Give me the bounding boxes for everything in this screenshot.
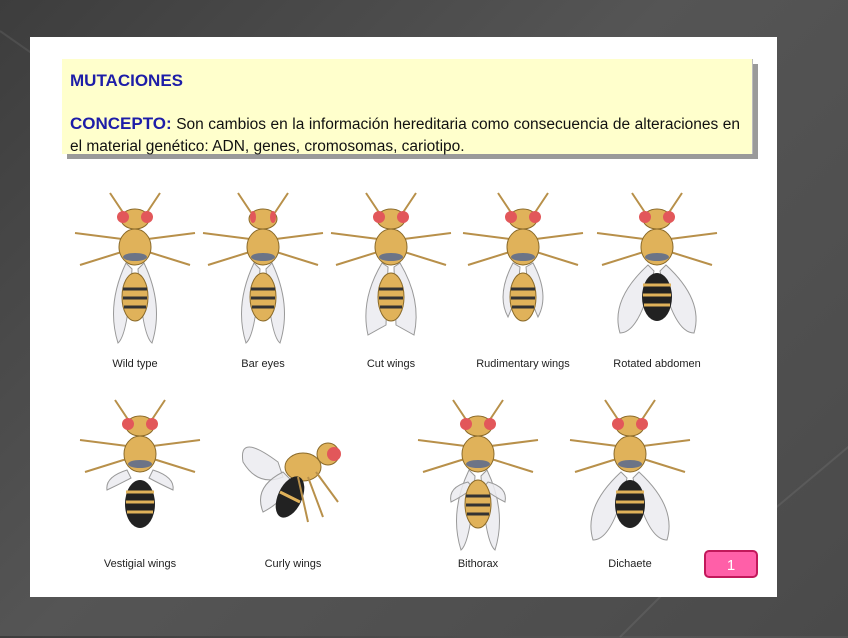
fly-label: Bar eyes bbox=[241, 358, 285, 370]
fly-label: Cut wings bbox=[366, 358, 416, 370]
fly-label: Bithorax bbox=[457, 558, 499, 570]
fly-illustration-rotated bbox=[592, 185, 722, 350]
fly-illustration-wild bbox=[70, 185, 200, 350]
fly-label: Wild type bbox=[112, 358, 158, 370]
fly-illustration-vestigial bbox=[75, 392, 205, 557]
slide-title: MUTACIONES bbox=[70, 71, 184, 90]
fly-illustration-bithorax bbox=[413, 392, 543, 557]
concept-text: CONCEPTO: Son cambios en la información … bbox=[70, 113, 740, 158]
fly-label: Rotated abdomen bbox=[613, 358, 701, 370]
fly-illustration-curly bbox=[228, 392, 358, 557]
fly-label: Vestigial wings bbox=[103, 558, 177, 570]
concept-keyword: CONCEPTO: bbox=[70, 114, 172, 133]
fly-label: Dichaete bbox=[608, 558, 652, 570]
fly-illustration-dichaete bbox=[565, 392, 695, 557]
fly-label: Rudimentary wings bbox=[476, 358, 570, 370]
fly-label: Curly wings bbox=[264, 558, 322, 570]
concept-banner: MUTACIONES CONCEPTO: Son cambios en la i… bbox=[62, 59, 753, 155]
fly-illustration-cut bbox=[326, 185, 456, 350]
page-number-button[interactable]: 1 bbox=[704, 550, 758, 578]
fly-illustration-bar bbox=[198, 185, 328, 350]
fly-illustration-rudimentary bbox=[458, 185, 588, 350]
slide: MUTACIONES CONCEPTO: Son cambios en la i… bbox=[30, 37, 777, 597]
